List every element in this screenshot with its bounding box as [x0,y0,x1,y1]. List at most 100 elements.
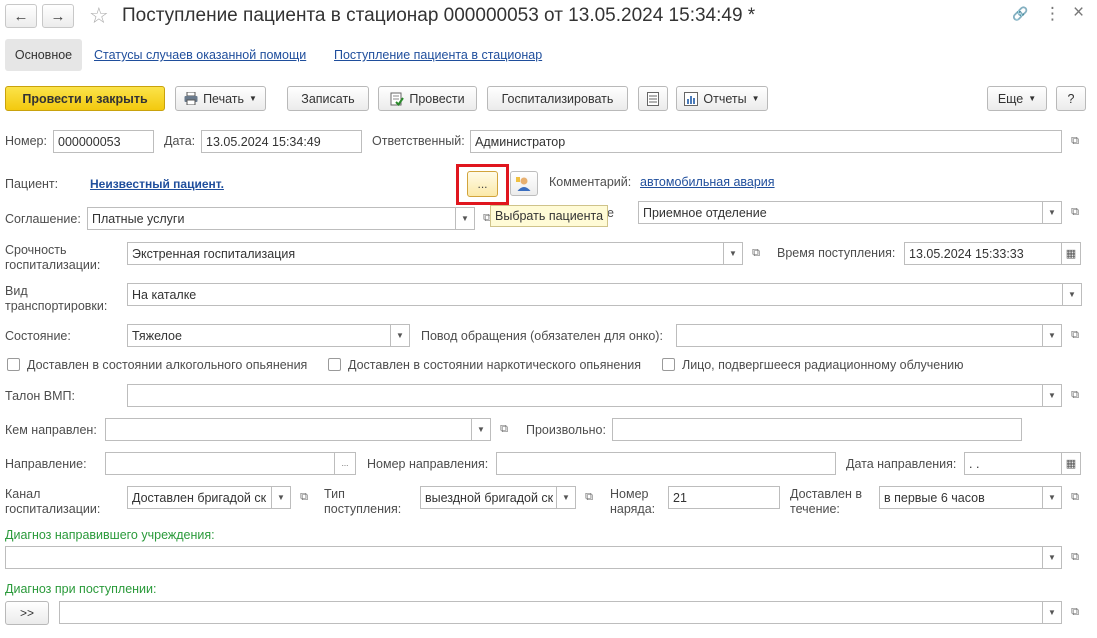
admission-type-label-1: Тип [324,487,345,501]
transport-label-1: Вид [5,284,28,298]
chevron-down-icon[interactable]: ▼ [1043,486,1062,509]
responsible-field[interactable]: Администратор [470,130,1062,153]
admission-diagnosis-field[interactable] [59,601,1043,624]
tab-main[interactable]: Основное [5,39,82,71]
open-icon[interactable]: ⧉ [1065,324,1085,347]
arrival-time-field[interactable]: 13.05.2024 15:33:33 [904,242,1062,265]
list-view-button[interactable] [638,86,668,111]
chevron-down-icon[interactable]: ▼ [472,418,491,441]
tab-statuses[interactable]: Статусы случаев оказанной помощи [94,48,306,62]
favorite-star-icon[interactable]: ☆ [89,3,109,29]
delivered-within-label-1: Доставлен в [790,487,862,501]
admission-type-label-2: поступления: [324,502,402,516]
link-icon[interactable]: 🔗 [1012,6,1028,22]
write-button[interactable]: Записать [287,86,369,111]
list-icon [647,91,659,106]
more-label: Еще [997,91,1024,106]
date-field[interactable]: 13.05.2024 15:34:49 [201,130,362,153]
chevron-down-icon[interactable]: ▼ [1043,201,1062,224]
calendar-icon[interactable]: ▦ [1062,242,1081,265]
transport-field[interactable]: На каталке [127,283,1063,306]
open-icon[interactable]: ⧉ [1065,601,1085,624]
chevron-down-icon[interactable]: ▼ [1043,546,1062,569]
referred-by-label: Кем направлен: [5,423,97,437]
more-button[interactable]: Еще ▼ [987,86,1047,111]
order-number-label-2: наряда: [610,502,656,516]
condition-field[interactable]: Тяжелое [127,324,391,347]
direction-label: Направление: [5,457,87,471]
department-field[interactable]: Приемное отделение [638,201,1043,224]
delivered-within-label-2: течение: [790,502,840,516]
direction-field[interactable] [105,452,335,475]
agreement-field[interactable]: Платные услуги [87,207,456,230]
delivered-within-field[interactable]: в первые 6 часов [879,486,1043,509]
reason-field[interactable] [676,324,1043,347]
calendar-icon[interactable]: ▦ [1062,452,1081,475]
select-direction-button[interactable]: ... [335,452,356,475]
referring-diagnosis-field[interactable] [5,546,1043,569]
chevron-down-icon: ▼ [1028,94,1037,103]
order-number-field[interactable]: 21 [668,486,780,509]
direction-date-field[interactable]: . . [964,452,1062,475]
chevron-down-icon[interactable]: ▼ [391,324,410,347]
order-number-label-1: Номер [610,487,649,501]
chevron-down-icon[interactable]: ▼ [456,207,475,230]
open-icon[interactable]: ⧉ [1065,130,1085,153]
back-button[interactable]: ← [5,4,37,28]
urgency-label-1: Срочность [5,243,67,257]
direction-number-field[interactable] [496,452,836,475]
urgency-field[interactable]: Экстренная госпитализация [127,242,724,265]
open-icon[interactable]: ⧉ [294,486,314,509]
alcohol-checkbox[interactable] [7,358,20,371]
arrow-left-icon: ← [13,7,29,25]
select-patient-button[interactable]: ... [467,171,498,197]
chevron-down-icon[interactable]: ▼ [272,486,291,509]
agreement-label: Соглашение: [5,212,81,226]
chevron-down-icon[interactable]: ▼ [1043,384,1062,407]
chevron-down-icon[interactable]: ▼ [724,242,743,265]
referred-by-field[interactable] [105,418,472,441]
post-and-close-button[interactable]: Провести и закрыть [5,86,165,111]
tab-admission[interactable]: Поступление пациента в стационар [334,48,542,62]
forward-button[interactable]: → [42,4,74,28]
arbitrary-label: Произвольно: [526,423,606,437]
comment-link[interactable]: автомобильная авария [640,175,775,189]
reports-button[interactable]: Отчеты ▼ [676,86,768,111]
open-icon[interactable]: ⧉ [746,242,766,265]
user-card-icon [516,176,531,191]
patient-card-button[interactable] [510,171,538,196]
admission-type-field[interactable]: выездной бригадой ск [420,486,557,509]
alcohol-checkbox-label: Доставлен в состоянии алкогольного опьян… [27,358,308,372]
radiation-checkbox[interactable] [662,358,675,371]
open-icon[interactable]: ⧉ [1065,201,1085,224]
open-icon[interactable]: ⧉ [1065,384,1085,407]
chevron-down-icon[interactable]: ▼ [557,486,576,509]
hospitalize-button[interactable]: Госпитализировать [487,86,628,111]
open-icon[interactable]: ⧉ [494,418,514,441]
vmp-field[interactable] [127,384,1043,407]
print-button[interactable]: Печать ▼ [175,86,266,111]
post-button[interactable]: Провести [378,86,477,111]
chevron-down-icon: ▼ [751,94,760,103]
open-icon[interactable]: ⧉ [579,486,599,509]
chevron-down-icon[interactable]: ▼ [1063,283,1082,306]
expand-button[interactable]: >> [5,601,49,625]
help-button[interactable]: ? [1056,86,1086,111]
drugs-checkbox[interactable] [328,358,341,371]
post-document-icon [390,92,405,106]
chevron-down-icon[interactable]: ▼ [1043,324,1062,347]
number-field[interactable]: 000000053 [53,130,154,153]
open-icon[interactable]: ⧉ [1065,486,1085,509]
radiation-checkbox-label: Лицо, подвергшееся радиационному облучен… [682,358,964,372]
more-menu-icon[interactable]: ⋮ [1044,4,1061,24]
chevron-down-icon[interactable]: ▼ [1043,601,1062,624]
channel-field[interactable]: Доставлен бригадой ск [127,486,272,509]
arbitrary-field[interactable] [612,418,1022,441]
close-icon[interactable]: × [1073,2,1084,24]
arrow-right-icon: → [50,7,66,25]
patient-link[interactable]: Неизвестный пациент. [90,177,224,191]
print-label: Печать [203,91,245,106]
reason-label: Повод обращения (обязателен для онко): [421,329,663,343]
post-label: Провести [409,91,465,106]
open-icon[interactable]: ⧉ [1065,546,1085,569]
